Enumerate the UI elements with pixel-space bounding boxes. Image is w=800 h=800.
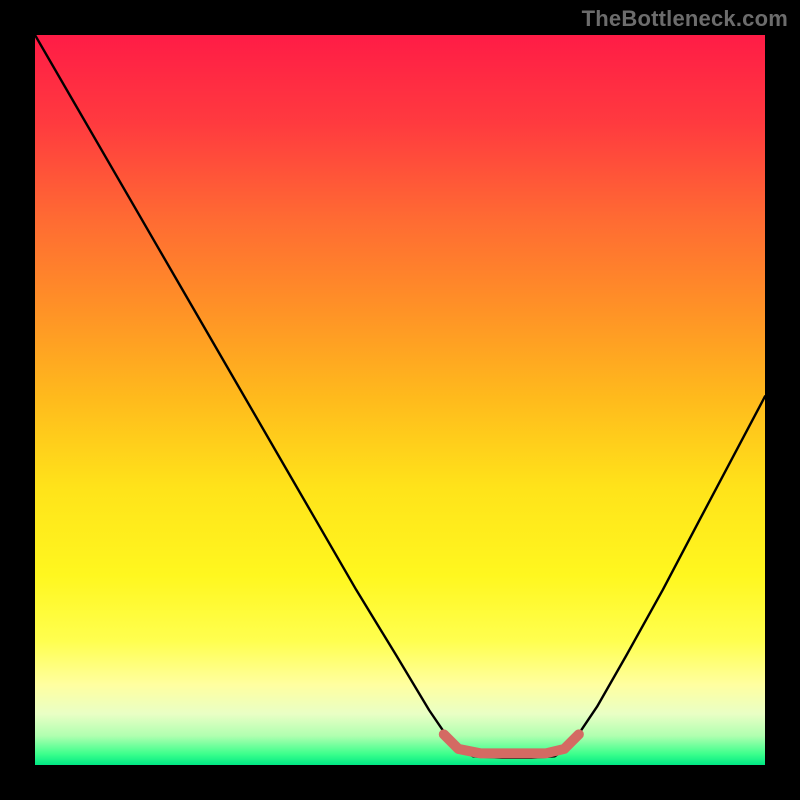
watermark-text: TheBottleneck.com <box>582 6 788 32</box>
bottleneck-curve <box>35 35 765 758</box>
chart-frame: TheBottleneck.com <box>0 0 800 800</box>
chart-curves <box>35 35 765 765</box>
plot-area <box>35 35 765 765</box>
valley-highlight <box>444 734 579 753</box>
